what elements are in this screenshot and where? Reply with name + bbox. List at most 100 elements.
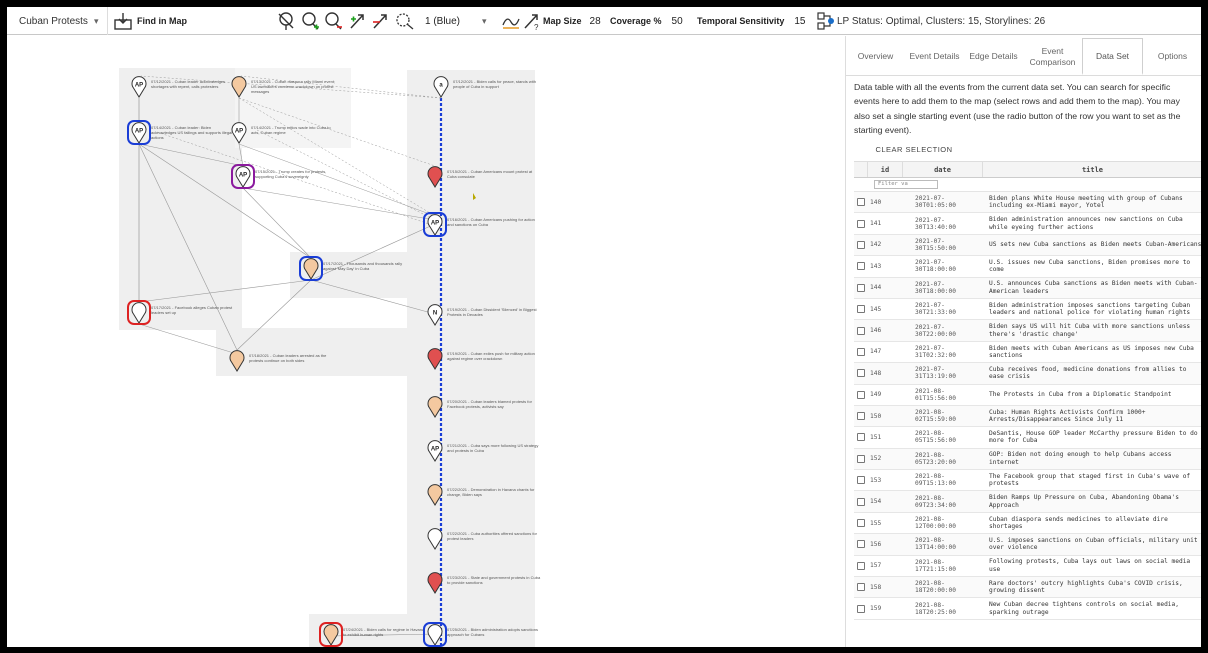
filter-icon[interactable]: [815, 7, 837, 35]
row-checkbox[interactable]: [857, 305, 865, 314]
event-node[interactable]: [319, 622, 343, 647]
row-checkbox[interactable]: [857, 561, 865, 570]
table-row[interactable]: 144 2021-07-30T18:00:00 U.S. announces Cub…: [854, 277, 1201, 299]
table-row[interactable]: 145 2021-07-30T21:33:00 Biden administrati…: [854, 299, 1201, 321]
event-edge[interactable]: [236, 279, 312, 351]
dataset-select[interactable]: Cuban Protests ▾: [19, 7, 98, 35]
tab-edge-details[interactable]: Edge Details: [964, 38, 1023, 75]
event-edge[interactable]: [156, 131, 436, 227]
row-checkbox[interactable]: [857, 433, 865, 442]
event-edge[interactable]: [238, 143, 436, 217]
event-node[interactable]: AP: [131, 76, 147, 98]
row-checkbox[interactable]: [857, 454, 865, 463]
table-row[interactable]: 149 2021-08-01T15:56:00 The Protests in Cu…: [854, 385, 1201, 406]
event-node[interactable]: a: [433, 76, 449, 98]
event-node[interactable]: N: [427, 304, 443, 326]
table-row[interactable]: 159 2021-08-18T20:25:00 New Cuban decree t…: [854, 598, 1201, 620]
event-edge[interactable]: [138, 143, 244, 167]
table-row[interactable]: 140 2021-07-30T01:05:00 Biden plans White …: [854, 192, 1201, 214]
event-edge[interactable]: [242, 187, 436, 221]
event-edge[interactable]: [242, 187, 312, 259]
event-node[interactable]: AP: [231, 122, 247, 144]
row-checkbox[interactable]: [857, 262, 865, 271]
row-checkbox[interactable]: [857, 497, 865, 506]
column-header-title[interactable]: title: [983, 162, 1201, 177]
event-node[interactable]: [427, 484, 443, 506]
event-edge[interactable]: [310, 279, 436, 315]
tab-options[interactable]: Options: [1143, 38, 1201, 75]
event-node[interactable]: AP: [127, 120, 151, 145]
row-checkbox[interactable]: [857, 519, 865, 528]
event-edge[interactable]: [138, 279, 312, 303]
table-row[interactable]: 142 2021-07-30T15:50:00 US sets new Cuba s…: [854, 234, 1201, 257]
event-node[interactable]: [427, 396, 443, 418]
event-node[interactable]: [229, 350, 245, 372]
row-checkbox[interactable]: [857, 219, 865, 228]
event-node[interactable]: [231, 76, 247, 98]
event-node[interactable]: [299, 256, 323, 281]
row-checkbox[interactable]: [857, 540, 865, 549]
table-row[interactable]: 157 2021-08-17T21:15:00 Following protests…: [854, 556, 1201, 578]
split-icon[interactable]: [394, 7, 416, 35]
coverage-input[interactable]: 50: [672, 16, 683, 27]
remove-pin-icon[interactable]: [322, 7, 344, 35]
temporal-sensitivity-input[interactable]: 15: [794, 16, 805, 27]
event-node[interactable]: [427, 166, 443, 188]
event-edge[interactable]: [238, 97, 436, 217]
event-node[interactable]: [427, 572, 443, 594]
add-pin-icon[interactable]: [299, 7, 321, 35]
add-edge-icon[interactable]: [347, 7, 369, 35]
column-header-id[interactable]: id: [868, 162, 903, 177]
tab-event-details[interactable]: Event Details: [905, 38, 964, 75]
no-pin-icon[interactable]: [275, 7, 297, 35]
row-checkbox[interactable]: [857, 412, 865, 421]
row-checkbox[interactable]: [857, 326, 865, 335]
event-node[interactable]: AP: [423, 212, 447, 237]
event-edge[interactable]: [238, 143, 244, 167]
narrative-map[interactable]: AP 07/12/2021 - Cuban leader acknowledges…: [7, 36, 845, 647]
row-checkbox[interactable]: [857, 240, 865, 249]
table-row[interactable]: 158 2021-08-18T20:00:00 Rare doctors' outc…: [854, 577, 1201, 599]
event-node[interactable]: AP: [427, 440, 443, 462]
table-row[interactable]: 141 2021-07-30T13:40:00 Biden administrati…: [854, 213, 1201, 235]
question-edge-icon[interactable]: ?: [521, 7, 543, 35]
column-header-date[interactable]: date: [903, 162, 983, 177]
table-row[interactable]: 146 2021-07-30T22:00:00 Biden says US will…: [854, 320, 1201, 342]
find-in-map-button[interactable]: Find in Map: [107, 7, 187, 35]
event-edge[interactable]: [138, 323, 238, 355]
tab-overview[interactable]: Overview: [846, 38, 905, 75]
event-edge[interactable]: [310, 223, 436, 281]
row-checkbox[interactable]: [857, 390, 865, 399]
table-row[interactable]: 152 2021-08-05T23:20:00 GOP: Biden not doi…: [854, 448, 1201, 471]
event-node[interactable]: [423, 622, 447, 647]
table-row[interactable]: 153 2021-08-09T15:13:00 The Facebook group…: [854, 470, 1201, 492]
event-edge[interactable]: [138, 143, 238, 351]
event-node[interactable]: [427, 348, 443, 370]
table-row[interactable]: 154 2021-08-09T23:34:00 Biden Ramps Up Pre…: [854, 491, 1201, 513]
row-checkbox[interactable]: [857, 604, 865, 613]
row-checkbox[interactable]: [857, 583, 865, 592]
tab-event-comparison[interactable]: Event Comparison: [1023, 38, 1082, 75]
row-checkbox[interactable]: [857, 476, 865, 485]
timeline-select[interactable]: 1 (Blue) ▾: [425, 7, 487, 35]
clear-selection-button[interactable]: CLEAR SELECTION: [856, 138, 972, 160]
event-node[interactable]: [127, 300, 151, 325]
row-checkbox[interactable]: [857, 198, 865, 207]
table-row[interactable]: 155 2021-08-12T00:00:00 Cuban diaspora sen…: [854, 513, 1201, 535]
row-checkbox[interactable]: [857, 347, 865, 356]
table-row[interactable]: 150 2021-08-02T15:59:00 Cuba: Human Rights…: [854, 405, 1201, 428]
event-node[interactable]: [427, 528, 443, 550]
row-checkbox[interactable]: [857, 369, 865, 378]
event-node[interactable]: AP: [231, 164, 255, 189]
table-row[interactable]: 148 2021-07-31T13:19:00 Cuba receives food…: [854, 363, 1201, 385]
table-row[interactable]: 156 2021-08-13T14:00:00 U.S. imposes sanct…: [854, 534, 1201, 556]
storyline-icon[interactable]: [500, 7, 522, 35]
row-checkbox[interactable]: [857, 283, 865, 292]
map-size-input[interactable]: 28: [590, 16, 601, 27]
tab-data-set[interactable]: Data Set: [1082, 38, 1143, 75]
table-row[interactable]: 151 2021-08-05T15:56:00 DeSantis, House GO…: [854, 427, 1201, 449]
id-filter-input[interactable]: Filter va: [874, 180, 938, 189]
table-row[interactable]: 143 2021-07-30T18:00:00 U.S. issues new Cu…: [854, 256, 1201, 278]
table-row[interactable]: 147 2021-07-31T02:32:00 Biden meets with C…: [854, 342, 1201, 364]
remove-edge-icon[interactable]: [370, 7, 392, 35]
